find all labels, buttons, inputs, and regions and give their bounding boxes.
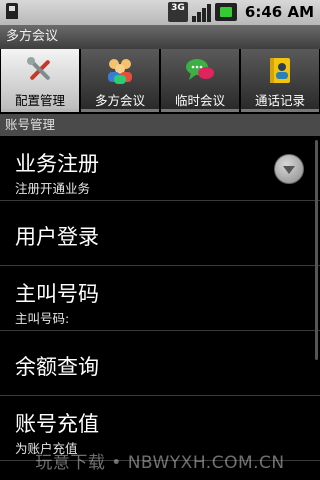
group-icon (108, 59, 132, 84)
scrollbar[interactable] (315, 140, 318, 360)
sd-card-icon (6, 3, 18, 19)
expand-toggle-icon[interactable] (274, 154, 304, 184)
list-item-caller-number[interactable]: 主叫号码 主叫号码: (0, 266, 320, 331)
status-bar: 3G 6:46 AM (0, 0, 320, 25)
chat-icon (186, 59, 214, 80)
tab-temp-meeting[interactable]: 临时会议 (161, 49, 239, 112)
battery-icon (214, 3, 237, 21)
contact-book-icon (270, 58, 290, 83)
list-item-register[interactable]: 业务注册 注册开通业务 (0, 136, 320, 201)
network-label: 3G (171, 3, 185, 13)
list-item-balance[interactable]: 余额查询 (0, 331, 320, 396)
item-subtitle: 注册开通业务 (15, 181, 91, 196)
watermark: 玩意下载 • NBWYXH.COM.CN (35, 453, 285, 473)
tab-label: 多方会议 (94, 93, 145, 108)
list-item-login[interactable]: 用户登录 (0, 201, 320, 266)
app-title: 多方会议 (0, 25, 320, 49)
item-title: 余额查询 (15, 355, 99, 379)
item-title: 业务注册 (15, 152, 99, 176)
tools-icon (27, 57, 50, 80)
section-header: 账号管理 (0, 114, 320, 136)
tab-call-log[interactable]: 通话记录 (241, 49, 319, 112)
tab-label: 配置管理 (14, 93, 65, 108)
network-3g-icon: 3G (167, 2, 188, 22)
clock: 6:46 AM (244, 3, 314, 21)
tab-conference[interactable]: 多方会议 (81, 49, 159, 112)
settings-list: 业务注册 注册开通业务 用户登录 主叫号码 主叫号码: 余额查询 账号充值 为账… (0, 136, 320, 461)
signal-icon (191, 2, 211, 22)
item-title: 用户登录 (15, 225, 99, 249)
item-title: 主叫号码 (15, 282, 99, 306)
tab-label: 通话记录 (254, 93, 305, 108)
item-subtitle: 主叫号码: (15, 311, 70, 326)
tab-label: 临时会议 (174, 93, 225, 108)
tab-bar: 配置管理 多方会议 临时会议 通话记录 (0, 49, 320, 112)
tab-config[interactable]: 配置管理 (1, 49, 79, 112)
item-title: 账号充值 (15, 412, 99, 436)
